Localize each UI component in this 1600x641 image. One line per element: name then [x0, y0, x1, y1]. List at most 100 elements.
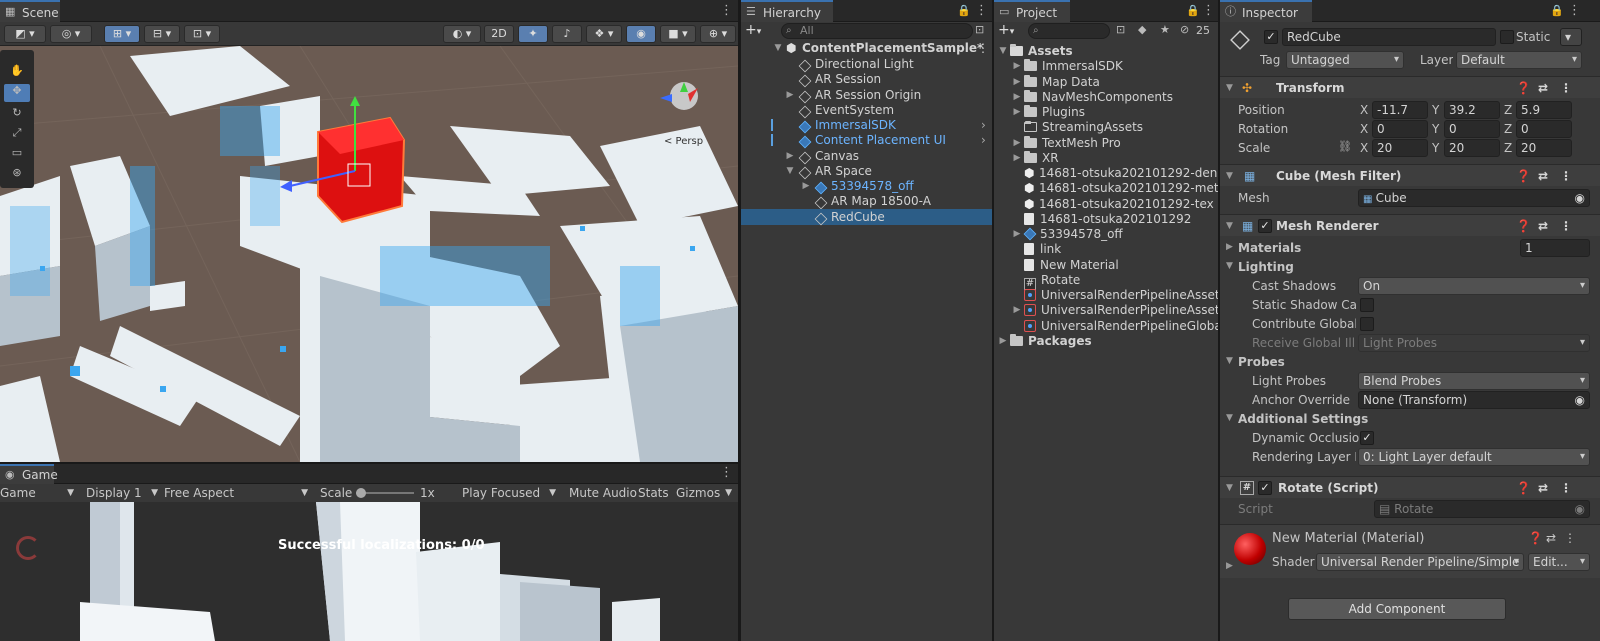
- expand-arrow-icon[interactable]: ▼: [1226, 477, 1233, 499]
- align-button[interactable]: ⊡ ▾: [184, 25, 220, 43]
- hierarchy-item[interactable]: Directional Light: [741, 56, 992, 73]
- draw-mode-button[interactable]: ◩ ▾: [4, 25, 46, 43]
- presets-icon[interactable]: ⇄: [1538, 477, 1548, 499]
- probes-label[interactable]: Probes: [1238, 353, 1285, 371]
- object-picker-icon[interactable]: ◉: [1575, 190, 1585, 206]
- position-y-field[interactable]: 39.2: [1444, 101, 1500, 119]
- gizmos-dropdown[interactable]: Gizmos ▼: [676, 484, 736, 502]
- scene-viewport[interactable]: < Persp ✋ ✥ ↻ ⤢ ▭ ⊛: [0, 46, 738, 462]
- hierarchy-item[interactable]: EventSystem: [741, 102, 992, 119]
- component-menu-icon[interactable]: ⋮: [1560, 215, 1572, 237]
- chevron-right-icon[interactable]: ›: [981, 117, 986, 133]
- collapse-arrow-icon[interactable]: ▶: [1012, 226, 1022, 242]
- move-tool-icon[interactable]: ✥: [4, 84, 30, 102]
- expand-arrow-icon[interactable]: ▼: [998, 43, 1008, 59]
- create-button[interactable]: +▾: [745, 22, 775, 38]
- expand-arrow-icon[interactable]: ▼: [1226, 165, 1233, 187]
- constrain-proportions-icon[interactable]: ⛓: [1338, 140, 1352, 153]
- effects-button[interactable]: ❖ ▾: [586, 25, 622, 43]
- lock-icon[interactable]: 🔒: [957, 4, 971, 17]
- mode-2d-button[interactable]: 2D: [484, 25, 514, 43]
- lighting-toggle-icon[interactable]: ✦: [518, 25, 548, 43]
- transform-header[interactable]: ▼ ✣ Transform ❓ ⇄ ⋮: [1220, 76, 1600, 98]
- presets-icon[interactable]: ⇄: [1538, 77, 1548, 99]
- expand-arrow-icon[interactable]: ▼: [1226, 215, 1233, 237]
- lock-icon[interactable]: 🔒: [1186, 4, 1200, 17]
- rotation-x-field[interactable]: 0: [1372, 120, 1428, 138]
- scale-slider-handle[interactable]: [356, 488, 366, 498]
- tab-inspector[interactable]: ⓘ Inspector: [1220, 0, 1312, 22]
- rendering-layer-field[interactable]: 0: Light Layer default: [1358, 448, 1590, 466]
- position-y-axis-label[interactable]: Y: [1432, 101, 1439, 119]
- chevron-right-icon[interactable]: ›: [981, 132, 986, 148]
- collapse-arrow-icon[interactable]: ▶: [1012, 89, 1022, 105]
- camera-settings-button[interactable]: ■ ▾: [660, 25, 696, 43]
- search-by-label-icon[interactable]: ◆: [1138, 23, 1146, 36]
- hierarchy-menu-icon[interactable]: ⋮: [975, 2, 988, 20]
- hierarchy-search-input[interactable]: ⌕ All: [781, 23, 973, 39]
- static-shadow-checkbox[interactable]: [1360, 298, 1374, 312]
- expand-arrow-icon[interactable]: ▼: [1226, 261, 1233, 271]
- additional-label[interactable]: Additional Settings: [1238, 410, 1368, 428]
- component-menu-icon[interactable]: ⋮: [1564, 531, 1576, 545]
- position-x-axis-label[interactable]: X: [1360, 101, 1368, 119]
- expand-arrow-icon[interactable]: ▼: [785, 163, 795, 179]
- rotation-y-axis-label[interactable]: Y: [1432, 120, 1439, 138]
- component-menu-icon[interactable]: ⋮: [1560, 77, 1572, 99]
- project-item[interactable]: # Rotate: [994, 272, 1218, 290]
- scene-root-menu-icon[interactable]: ⋮: [977, 40, 989, 56]
- materials-label[interactable]: Materials: [1238, 239, 1301, 257]
- materials-field[interactable]: 1: [1520, 239, 1590, 257]
- shader-dropdown[interactable]: Universal Render Pipeline/Simple Lit: [1316, 553, 1524, 571]
- hidden-packages-icon[interactable]: ⊘: [1180, 23, 1189, 36]
- anchor-field[interactable]: None (Transform) ◉: [1358, 391, 1590, 409]
- component-menu-icon[interactable]: ⋮: [1560, 477, 1572, 499]
- project-create-button[interactable]: +▾: [998, 22, 1026, 38]
- increment-snap-button[interactable]: ⊟ ▾: [144, 25, 180, 43]
- expand-arrow-icon[interactable]: ▼: [773, 40, 783, 56]
- collapse-arrow-icon[interactable]: ▶: [785, 87, 795, 103]
- collapse-arrow-icon[interactable]: ▶: [1012, 58, 1022, 74]
- scale-slider[interactable]: [356, 488, 414, 498]
- lighting-label[interactable]: Lighting: [1238, 258, 1294, 276]
- scale-tool-icon[interactable]: ⤢: [10, 126, 24, 140]
- project-item[interactable]: ▶ TextMesh Pro: [994, 135, 1218, 151]
- persp-label[interactable]: < Persp: [664, 136, 703, 147]
- tab-hierarchy[interactable]: ☰ Hierarchy: [741, 0, 833, 22]
- display-dropdown[interactable]: Display 1 ▼: [86, 484, 158, 502]
- project-item[interactable]: UniversalRenderPipelineGlobalSettings: [994, 318, 1218, 334]
- collapse-arrow-icon[interactable]: ▶: [1012, 74, 1022, 90]
- mute-audio-button[interactable]: Mute Audio: [569, 484, 637, 502]
- collapse-arrow-icon[interactable]: ▶: [1012, 104, 1022, 120]
- hierarchy-item[interactable]: ▼ AR Space: [741, 163, 992, 180]
- object-name-field[interactable]: RedCube: [1282, 28, 1496, 46]
- help-icon[interactable]: ❓: [1516, 77, 1531, 99]
- hierarchy-item[interactable]: RedCube: [741, 208, 992, 225]
- help-icon[interactable]: ❓: [1516, 215, 1531, 237]
- gizmos-button[interactable]: ⊕ ▾: [700, 25, 736, 43]
- rect-tool-icon[interactable]: ▭: [10, 146, 24, 160]
- mesh-field[interactable]: ▦ Cube ◉: [1358, 189, 1590, 207]
- scale-x-axis-label[interactable]: X: [1360, 139, 1368, 157]
- search-filter-icon[interactable]: ⊡: [975, 23, 984, 36]
- expand-arrow-icon[interactable]: ▼: [1226, 413, 1233, 423]
- grid-snap-button[interactable]: ⊞ ▾: [104, 25, 140, 43]
- collapse-arrow-icon[interactable]: ▶: [1012, 135, 1022, 151]
- project-item[interactable]: UniversalRenderPipelineAsset: [994, 287, 1218, 303]
- project-item[interactable]: ▶ Packages: [994, 333, 1218, 349]
- project-item[interactable]: ▶ XR: [994, 150, 1218, 166]
- project-item[interactable]: ▶ ImmersalSDK: [994, 58, 1218, 74]
- project-item[interactable]: ⬢ 14681-otsuka202101292-tex: [994, 196, 1218, 212]
- help-icon[interactable]: ❓: [1516, 477, 1531, 499]
- rotate-script-header[interactable]: ▼ # ✓ Rotate (Script) ❓ ⇄ ⋮: [1220, 476, 1600, 498]
- position-z-axis-label[interactable]: Z: [1504, 101, 1512, 119]
- hierarchy-item[interactable]: AR Session: [741, 71, 992, 88]
- collapse-arrow-icon[interactable]: ▶: [785, 148, 795, 164]
- component-menu-icon[interactable]: ⋮: [1560, 165, 1572, 187]
- collapse-arrow-icon[interactable]: ▶: [1012, 302, 1022, 318]
- layer-dropdown[interactable]: Default: [1456, 51, 1582, 69]
- tab-project[interactable]: ▭ Project: [994, 0, 1070, 22]
- static-dropdown[interactable]: ▾: [1560, 28, 1582, 46]
- hierarchy-item[interactable]: ImmersalSDK ›: [741, 117, 992, 134]
- help-icon[interactable]: ❓: [1528, 531, 1543, 545]
